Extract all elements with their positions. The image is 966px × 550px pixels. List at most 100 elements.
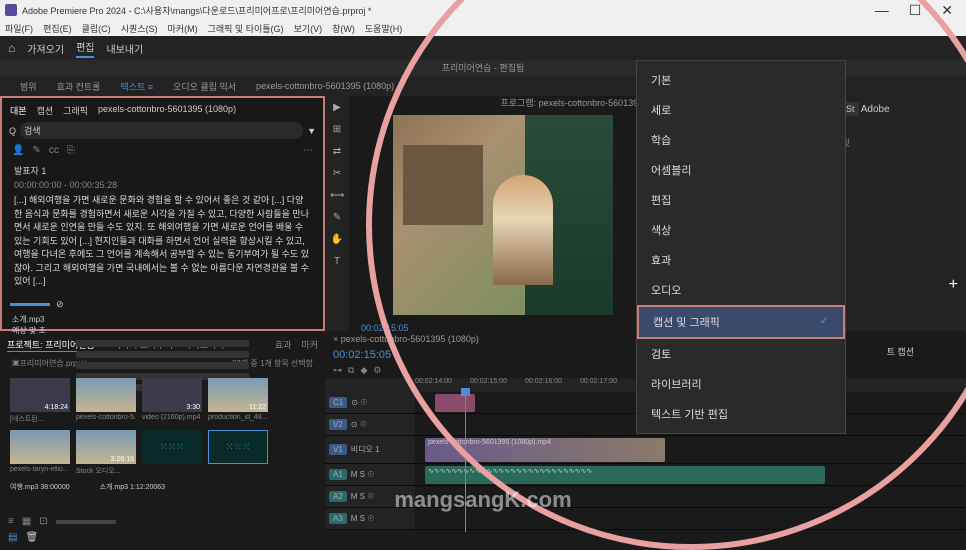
menu-file[interactable]: 파일(F) xyxy=(5,22,33,35)
menu-help[interactable]: 도움말(H) xyxy=(365,22,402,35)
ws-review[interactable]: 검토 xyxy=(637,339,845,369)
add-icon[interactable]: + xyxy=(949,276,958,294)
ws-learning[interactable]: 학습 xyxy=(637,125,845,155)
subnav-effects[interactable]: 효과 컨트롤 xyxy=(57,80,101,93)
track-v2[interactable]: V2 xyxy=(329,419,347,430)
tool-more-icon[interactable]: ⋯ xyxy=(303,145,313,156)
close-icon[interactable]: ✕ xyxy=(941,2,953,19)
type-tool-icon[interactable]: T xyxy=(330,256,344,270)
ws-vertical[interactable]: 세로 xyxy=(637,95,845,125)
bin-item[interactable]: pexels-taryn-ellio... xyxy=(10,430,70,476)
menu-clip[interactable]: 클립(C) xyxy=(82,22,111,35)
text-panel: 대본 캡션 그래픽 pexels-cottonbro-5601395 (1080… xyxy=(0,96,325,331)
playhead[interactable] xyxy=(465,392,466,532)
app-logo-icon xyxy=(5,4,17,16)
title-bar: Adobe Premiere Pro 2024 - C:\사용자\mangs\다… xyxy=(0,0,966,20)
menu-window[interactable]: 창(W) xyxy=(332,22,355,35)
tools-column: ▶ ⊞ ⇄ ✂ ⟷ ✎ ✋ T xyxy=(325,96,349,331)
bin-item[interactable]: pexels-cottonbro-5... xyxy=(76,378,136,424)
nav-export[interactable]: 내보내기 xyxy=(106,41,143,56)
bin-item[interactable]: ⁙⁙⁙ xyxy=(142,430,202,476)
tool-user-icon[interactable]: 👤 xyxy=(12,145,24,156)
zoom-slider[interactable] xyxy=(56,520,116,524)
ws-text-based[interactable]: 텍스트 기반 편집 xyxy=(637,399,845,429)
track-a1[interactable]: A1 xyxy=(329,469,347,480)
ws-audio[interactable]: 오디오 xyxy=(637,275,845,305)
selection-tool-icon[interactable]: ▶ xyxy=(330,102,344,116)
audio-status: 예상 맞 초 xyxy=(12,325,46,336)
tool-export-icon[interactable]: ⎘ xyxy=(67,145,75,156)
tab-graphics[interactable]: 그래픽 xyxy=(63,104,88,117)
tl-settings-icon[interactable]: ⚙ xyxy=(373,365,381,376)
bin-item[interactable]: 4:18:24[네스트된... xyxy=(10,378,70,424)
audio-clip[interactable]: ∿∿∿∿∿∿∿∿∿∿∿∿∿∿∿∿∿∿∿∿∿∿∿∿∿∿∿∿ xyxy=(425,466,825,484)
menu-view[interactable]: 보기(V) xyxy=(294,22,323,35)
pen-tool-icon[interactable]: ✎ xyxy=(330,212,344,226)
right-sidebar: St Adobe 릿 + xyxy=(836,96,966,331)
menu-sequence[interactable]: 시퀀스(S) xyxy=(121,22,158,35)
window-controls: — ☐ ✕ xyxy=(875,2,961,19)
ws-assembly[interactable]: 어셈블리 xyxy=(637,155,845,185)
bin-item[interactable]: ⁙⁙⁙ xyxy=(208,430,268,476)
text-clip-name: pexels-cottonbro-5601395 (1080p) xyxy=(98,104,236,117)
video-clip[interactable]: pexels-cottonbro-5601395 (1080p).mp4 xyxy=(425,438,665,462)
minimize-icon[interactable]: — xyxy=(875,2,889,19)
ws-libraries[interactable]: 라이브러리 xyxy=(637,369,845,399)
ws-color[interactable]: 색상 xyxy=(637,215,845,245)
top-nav: ⌂ 가져오기 편집 내보내기 xyxy=(0,36,966,60)
bin-item[interactable]: 3:26:15Stock 오디오... xyxy=(76,430,136,476)
ws-basic[interactable]: 기본 xyxy=(637,65,845,95)
hand-tool-icon[interactable]: ✋ xyxy=(330,234,344,248)
workspace-menu: 기본 세로 학습 어셈블리 편집 색상 효과 오디오 캡션 및 그래픽✓ 검토 … xyxy=(636,60,846,434)
audio-cancel-icon[interactable]: ⊘ xyxy=(56,299,64,310)
track-select-tool-icon[interactable]: ⊞ xyxy=(330,124,344,138)
tool-cc-icon[interactable]: cc xyxy=(49,145,59,156)
caption-text[interactable]: [...] 해외여행을 가면 새로운 문화와 경험을 할 수 있어서 좋은 것 … xyxy=(14,194,311,289)
tab-transcript[interactable]: 대본 xyxy=(10,104,27,117)
slip-tool-icon[interactable]: ⟷ xyxy=(330,190,344,204)
tl-marker-icon[interactable]: ◆ xyxy=(360,365,367,376)
audio-progress xyxy=(10,303,50,306)
tl-sequence-name[interactable]: pexels-cottonbro-5601395 (1080p) xyxy=(341,334,479,344)
razor-tool-icon[interactable]: ✂ xyxy=(330,168,344,182)
nav-edit[interactable]: 편집 xyxy=(76,39,94,58)
tl-link-icon[interactable]: ⧉ xyxy=(348,365,354,376)
home-icon[interactable]: ⌂ xyxy=(8,41,15,55)
tool-edit-icon[interactable]: ✎ xyxy=(32,145,40,156)
caption-clip[interactable] xyxy=(435,394,475,412)
tl-snap-icon[interactable]: ⊶ xyxy=(333,365,342,376)
subnav-lumetri[interactable]: 범위 xyxy=(20,80,37,93)
freeform-icon[interactable]: ⊡ xyxy=(39,516,47,527)
track-a3[interactable]: A3 xyxy=(329,513,347,524)
bin-item[interactable]: 3:30video (2160p).mp4 xyxy=(142,378,202,424)
menu-edit[interactable]: 편집(E) xyxy=(43,22,72,35)
trash-icon[interactable]: 🗑 xyxy=(25,532,38,543)
tab-captions[interactable]: 캡션 xyxy=(37,104,54,117)
search-input[interactable]: 검색 xyxy=(20,122,303,139)
menu-graphics[interactable]: 그래픽 및 타이틀(G) xyxy=(208,22,284,35)
subnav-audio-mixer[interactable]: 오디오 클립 믹서 xyxy=(173,80,236,93)
new-item-icon[interactable]: ▤ xyxy=(8,532,17,543)
list-view-icon[interactable]: ≡ xyxy=(8,516,14,527)
ws-effects[interactable]: 효과 xyxy=(637,245,845,275)
nav-import[interactable]: 가져오기 xyxy=(27,41,64,56)
track-v1[interactable]: V1 xyxy=(329,444,347,455)
subnav-text[interactable]: 텍스트 ≡ xyxy=(120,80,153,93)
audio-name: 소개.mp3 xyxy=(12,314,46,325)
menu-marker[interactable]: 마커(M) xyxy=(168,22,198,35)
program-video-frame[interactable] xyxy=(393,115,613,315)
ws-captions-graphics[interactable]: 캡션 및 그래픽✓ xyxy=(637,305,845,339)
ripple-tool-icon[interactable]: ⇄ xyxy=(330,146,344,160)
track-a2[interactable]: A2 xyxy=(329,491,347,502)
bin-item[interactable]: 11:22production_id_48... xyxy=(208,378,268,424)
track-c1[interactable]: C1 xyxy=(329,397,347,408)
speaker-label: 발표자 1 xyxy=(14,165,311,179)
subnav-clip[interactable]: pexels-cottonbro-5601395 (1080p) xyxy=(256,81,394,91)
maximize-icon[interactable]: ☐ xyxy=(909,2,922,19)
filter-icon[interactable]: ▼ xyxy=(307,126,316,136)
app-title: Adobe Premiere Pro 2024 - C:\사용자\mangs\다… xyxy=(22,4,371,17)
check-icon: ✓ xyxy=(820,314,829,330)
ws-editing[interactable]: 편집 xyxy=(637,185,845,215)
icon-view-icon[interactable]: ▦ xyxy=(22,516,31,527)
search-icon[interactable]: Q xyxy=(9,126,16,136)
